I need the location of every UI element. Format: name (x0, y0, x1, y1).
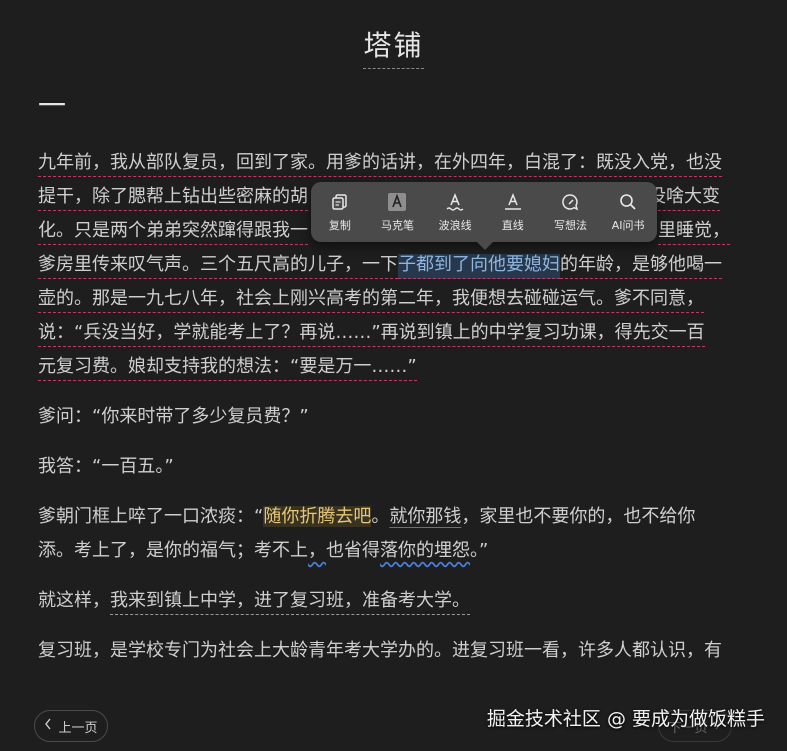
paragraph-6: 复习班，是学校专门为社会上大龄青年考大学办的。进复习班一看，许多人都认识，有 (38, 640, 722, 661)
paragraph-5[interactable]: 就这样，我来到镇上中学，进了复习班，准备考大学。 (38, 584, 750, 618)
write-thought-icon (560, 191, 580, 213)
watermark: 掘金技术社区 @ 要成为做饭糕手 (486, 708, 765, 730)
wavy-underline[interactable]: 埋怨 (434, 540, 470, 561)
marker-highlight[interactable]: 随你折腾去吧 (263, 506, 372, 527)
chapter-number: 一 (38, 89, 67, 122)
wavy-underline[interactable]: ， (308, 540, 326, 561)
wavy-line-button[interactable]: 波浪线 (427, 191, 483, 233)
write-thought-button[interactable]: 写想法 (542, 191, 598, 233)
marker-icon (387, 191, 407, 213)
marker-button[interactable]: 马克笔 (369, 191, 425, 233)
ai-search-button[interactable]: AI问书 (600, 191, 656, 233)
copy-icon (331, 191, 349, 213)
wavy-underline[interactable]: 落你的 (380, 540, 434, 561)
book-title: 塔铺 (0, 24, 787, 69)
paragraph-4[interactable]: 爹朝门框上啐了一口浓痰：“随你折腾去吧。就你那钱，家里也不要你的，也不给你 添。… (38, 500, 750, 568)
straight-line-icon (503, 191, 523, 213)
selected-text[interactable]: 子都到了向他要媳妇 (398, 254, 560, 279)
dashed-underline[interactable]: 我来到镇上中学，进了复习班，准备考大学。 (110, 590, 470, 615)
paragraph-3: 我答：“一百五。” (38, 456, 174, 477)
copy-button[interactable]: 复制 (312, 191, 368, 233)
ai-search-icon (618, 191, 638, 213)
selection-toolbar: 复制 马克笔 波浪线 直线 写想法 AI问书 (311, 182, 657, 250)
paragraph-2: 爹问：“你来时带了多少复员费？” (38, 406, 309, 427)
wavy-line-icon (445, 191, 465, 213)
straight-underline[interactable]: 就你那钱 (389, 506, 461, 527)
chevron-left-icon (44, 718, 52, 734)
prev-page-button[interactable]: 上一页 (34, 710, 108, 742)
straight-line-button[interactable]: 直线 (485, 191, 541, 233)
